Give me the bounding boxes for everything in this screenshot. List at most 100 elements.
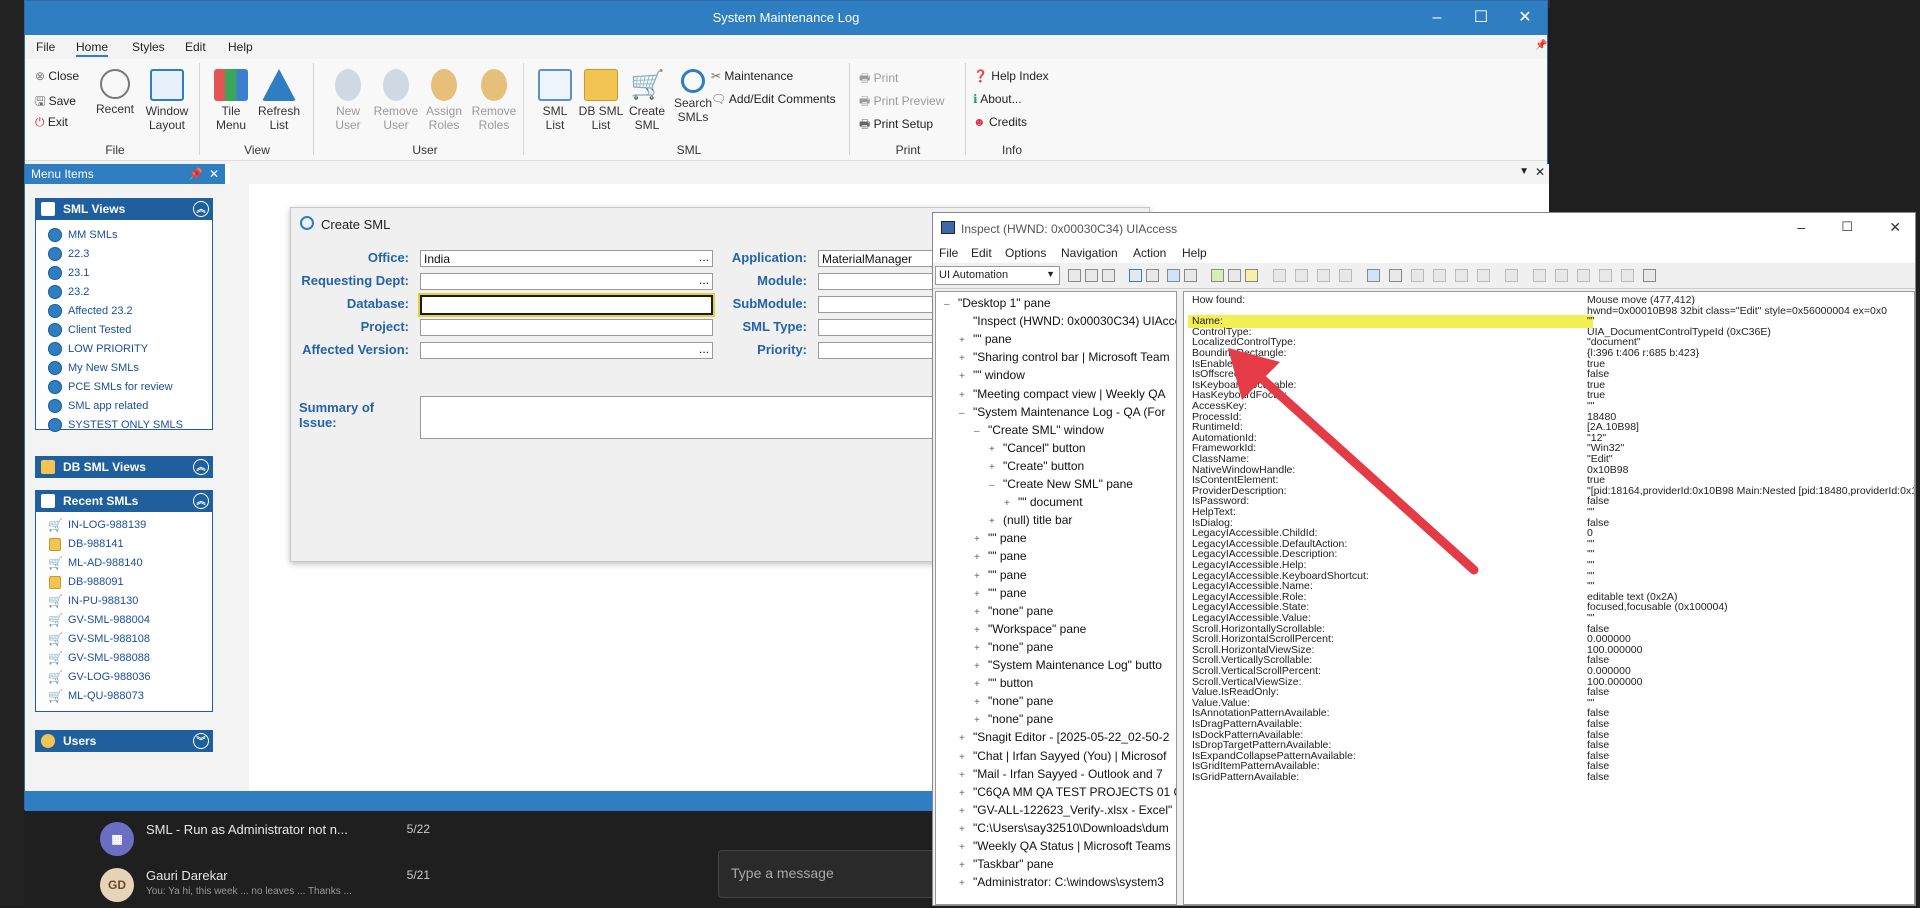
tree-node[interactable]: + "Meeting compact view | Weekly QA bbox=[959, 385, 1166, 403]
exit-button[interactable]: ⏻ Exit bbox=[35, 115, 68, 130]
maximize-button[interactable]: ☐ bbox=[1459, 1, 1503, 35]
recent-sml-item[interactable]: 🛒 GV-LOG-988036 bbox=[48, 668, 151, 686]
credits-button[interactable]: ☻ Credits bbox=[973, 115, 1027, 129]
tree-node[interactable]: – "Create SML" window bbox=[974, 421, 1104, 439]
tree-node[interactable]: + "" window bbox=[959, 366, 1025, 384]
tree-node[interactable]: + "Snagit Editor - [2025-05-22_02-50-2 bbox=[959, 728, 1169, 746]
recent-sml-item[interactable]: 🛒 GV-SML-988108 bbox=[48, 630, 150, 648]
tree-node[interactable]: + "Taskbar" pane bbox=[959, 855, 1054, 873]
chevron-up-icon[interactable]: ︽ bbox=[193, 201, 209, 217]
tree-node[interactable]: + "Sharing control bar | Microsoft Team bbox=[959, 348, 1170, 366]
section-db-sml-views[interactable]: DB SML Views ︽ bbox=[35, 456, 213, 478]
toolbar-button[interactable] bbox=[1621, 269, 1634, 282]
add-edit-comments-button[interactable]: 🗨 Add/Edit Comments bbox=[711, 92, 836, 106]
toolbar-button[interactable] bbox=[1411, 269, 1424, 282]
tree-node[interactable]: – "System Maintenance Log - QA (For bbox=[959, 403, 1165, 421]
mode-select[interactable]: UI Automation ▼ bbox=[935, 266, 1060, 285]
chevron-up-icon[interactable]: ︽ bbox=[193, 459, 209, 475]
db-sml-list-button[interactable]: DB SML List bbox=[575, 69, 627, 132]
browse-button[interactable]: ... bbox=[699, 342, 709, 356]
close-icon[interactable]: ✕ bbox=[1535, 165, 1545, 179]
chat-list-item[interactable]: GD Gauri Darekar 5/21 You: Ya hi, this w… bbox=[100, 864, 430, 908]
tree-node[interactable]: + "Mail - Irfan Sayyed - Outlook and 7 bbox=[959, 765, 1163, 783]
sml-view-item[interactable]: 22.3 bbox=[48, 245, 89, 263]
browse-button[interactable]: ... bbox=[699, 273, 709, 287]
tree-node[interactable]: – "Create New SML" pane bbox=[989, 475, 1133, 493]
cursor-icon[interactable] bbox=[1167, 269, 1180, 282]
toolbar-button[interactable] bbox=[1599, 269, 1612, 282]
save-button[interactable]: 🖫 Save bbox=[35, 92, 76, 113]
pin-icon[interactable]: 📌 bbox=[188, 164, 203, 184]
help-index-button[interactable]: ❓ Help Index bbox=[973, 69, 1049, 83]
recent-sml-item[interactable]: 🛒 IN-PU-988130 bbox=[48, 592, 138, 610]
nav-right-icon[interactable] bbox=[1339, 269, 1352, 282]
toolbar-button[interactable] bbox=[1533, 269, 1546, 282]
close-icon[interactable]: ✕ bbox=[209, 164, 219, 184]
tile-menu-button[interactable]: Tile Menu bbox=[205, 69, 257, 132]
tree-node[interactable]: "Inspect (HWND: 0x00030C34) UIAcce bbox=[959, 312, 1176, 330]
menu-edit[interactable]: Edit bbox=[185, 40, 206, 54]
tree-node[interactable]: + "" button bbox=[974, 674, 1033, 692]
tree-node[interactable]: + "" document bbox=[1004, 493, 1083, 511]
browse-button[interactable]: ... bbox=[699, 250, 709, 264]
nav-up-icon[interactable] bbox=[1295, 269, 1308, 282]
recent-sml-item[interactable]: 🛒 GV-SML-988088 bbox=[48, 649, 150, 667]
tree-node[interactable]: + "none" pane bbox=[974, 638, 1053, 656]
tree-node[interactable]: + "" pane bbox=[959, 330, 1012, 348]
sml-view-item[interactable]: SML app related bbox=[48, 397, 148, 415]
toolbar-button[interactable] bbox=[1184, 269, 1197, 282]
menu-navigation[interactable]: Navigation bbox=[1061, 246, 1118, 260]
assign-roles-button[interactable]: Assign Roles bbox=[418, 69, 470, 132]
requesting-dept-field[interactable]: ... bbox=[420, 273, 713, 290]
tree-node[interactable]: + "none" pane bbox=[974, 710, 1053, 728]
expand-icon[interactable]: – bbox=[989, 477, 999, 495]
toolbar-button[interactable] bbox=[1129, 269, 1142, 282]
tree-node[interactable]: + "none" pane bbox=[974, 692, 1053, 710]
window-layout-button[interactable]: Window Layout bbox=[141, 69, 193, 132]
nav-left-icon[interactable] bbox=[1273, 269, 1286, 282]
menu-file[interactable]: File bbox=[36, 40, 55, 54]
dropdown-icon[interactable]: ▼ bbox=[1519, 166, 1529, 177]
tree-node[interactable]: + "Administrator: C:\windows\system3 bbox=[959, 873, 1164, 891]
tree-node[interactable]: + "System Maintenance Log" butto bbox=[974, 656, 1162, 674]
expand-icon[interactable]: – bbox=[959, 405, 969, 423]
recent-button[interactable]: Recent bbox=[89, 69, 141, 116]
sml-view-item[interactable]: My New SMLs bbox=[48, 359, 139, 377]
tree-node[interactable]: + "GV-ALL-122623_Verify-.xlsx - Excel" bbox=[959, 801, 1172, 819]
toolbar-button[interactable] bbox=[1146, 269, 1159, 282]
sml-view-item[interactable]: Client Tested bbox=[48, 321, 131, 339]
tree-node[interactable]: – "Desktop 1" pane bbox=[944, 294, 1051, 312]
section-sml-views[interactable]: SML Views ︽ bbox=[35, 198, 213, 220]
menu-styles[interactable]: Styles bbox=[132, 40, 165, 54]
sml-list-button[interactable]: SML List bbox=[529, 69, 581, 132]
chevron-up-icon[interactable]: ︽ bbox=[193, 493, 209, 509]
sml-view-item[interactable]: LOW PRIORITY bbox=[48, 340, 148, 358]
toolbar-button[interactable] bbox=[1505, 269, 1518, 282]
toolbar-button[interactable] bbox=[1228, 269, 1241, 282]
menu-edit[interactable]: Edit bbox=[971, 246, 992, 260]
recent-sml-item[interactable]: DB-988091 bbox=[48, 573, 124, 591]
tree-node[interactable]: + "Workspace" pane bbox=[974, 620, 1086, 638]
tree-node[interactable]: + "C6QA MM QA TEST PROJECTS 01 Q bbox=[959, 783, 1176, 801]
tree-node[interactable]: + "Create" button bbox=[989, 457, 1084, 475]
nav-down-icon[interactable] bbox=[1317, 269, 1330, 282]
recent-sml-item[interactable]: DB-988141 bbox=[48, 535, 124, 553]
recent-sml-item[interactable]: 🛒 IN-LOG-988139 bbox=[48, 516, 146, 534]
toolbar-button[interactable] bbox=[1245, 269, 1258, 282]
menu-help[interactable]: Help bbox=[228, 40, 253, 54]
menu-file[interactable]: File bbox=[939, 246, 958, 260]
toolbar-button[interactable] bbox=[1389, 269, 1402, 282]
database-field[interactable] bbox=[418, 293, 715, 317]
expand-icon[interactable]: – bbox=[974, 423, 984, 441]
toolbar-button[interactable] bbox=[1643, 269, 1656, 282]
toolbar-button[interactable] bbox=[1102, 269, 1115, 282]
refresh-list-button[interactable]: Refresh List bbox=[253, 69, 305, 132]
message-input[interactable]: Type a message bbox=[718, 850, 938, 898]
tree-node[interactable]: + "" pane bbox=[974, 547, 1027, 565]
tree-node[interactable]: + "Cancel" button bbox=[989, 439, 1086, 457]
tree-node[interactable]: + "" pane bbox=[974, 566, 1027, 584]
toolbar-button[interactable] bbox=[1433, 269, 1446, 282]
menu-options[interactable]: Options bbox=[1005, 246, 1046, 260]
toolbar-button[interactable] bbox=[1577, 269, 1590, 282]
recent-sml-item[interactable]: 🛒 GV-SML-988004 bbox=[48, 611, 150, 629]
